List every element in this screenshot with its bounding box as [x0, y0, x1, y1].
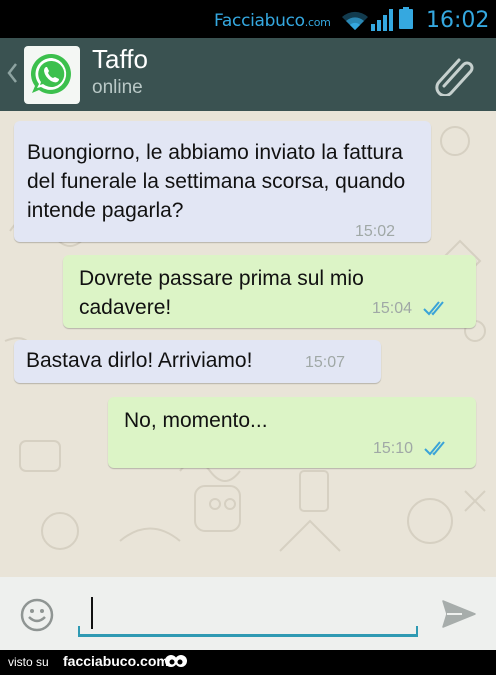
- text-caret: [91, 597, 93, 629]
- contact-status: online: [92, 77, 143, 98]
- compose-bar: [0, 577, 496, 650]
- status-bar-clock: 16:02: [426, 8, 490, 33]
- read-ticks-icon: [423, 301, 444, 316]
- message-incoming[interactable]: Buongiorno, le abbiamo inviato la fattur…: [14, 121, 431, 242]
- message-field[interactable]: [78, 591, 418, 637]
- read-ticks-icon: [424, 441, 445, 456]
- message-outgoing[interactable]: No, momento... 15:10: [108, 397, 476, 468]
- back-icon[interactable]: [5, 60, 19, 86]
- status-bar: Facciabuco.com 16:02: [0, 0, 496, 38]
- message-text: No, momento...: [124, 409, 268, 432]
- contact-name[interactable]: Taffo: [92, 44, 148, 75]
- message-time: 15:04: [372, 300, 413, 317]
- watermark-prefix: visto su: [8, 655, 49, 669]
- message-incoming[interactable]: Bastava dirlo! Arriviamo! 15:07: [14, 340, 381, 383]
- watermark-site: facciabuco.com: [63, 653, 169, 669]
- message-text: Bastava dirlo! Arriviamo!: [26, 349, 253, 372]
- send-icon[interactable]: [440, 597, 478, 631]
- message-time: 15:02: [355, 223, 396, 240]
- conversation-area[interactable]: Buongiorno, le abbiamo inviato la fattur…: [0, 111, 496, 577]
- signal-icon: [371, 9, 393, 31]
- status-bar-brand: Facciabuco.com: [214, 11, 331, 31]
- battery-icon: [399, 7, 413, 29]
- wifi-icon: [342, 11, 368, 30]
- watermark-footer: visto su facciabuco.com: [0, 650, 496, 675]
- whatsapp-logo: [30, 53, 71, 94]
- message-time: 15:07: [305, 354, 346, 371]
- eyes-icon: [165, 655, 187, 667]
- message-input[interactable]: [88, 595, 412, 633]
- smiley-icon[interactable]: [19, 597, 55, 633]
- paperclip-icon[interactable]: [432, 54, 476, 96]
- message-time: 15:10: [373, 440, 414, 457]
- message-text: Buongiorno, le abbiamo inviato la fattur…: [27, 141, 406, 222]
- contact-avatar[interactable]: [24, 46, 80, 104]
- input-underline: [78, 626, 418, 637]
- message-outgoing[interactable]: Dovrete passare prima sul mio cadavere! …: [63, 255, 476, 328]
